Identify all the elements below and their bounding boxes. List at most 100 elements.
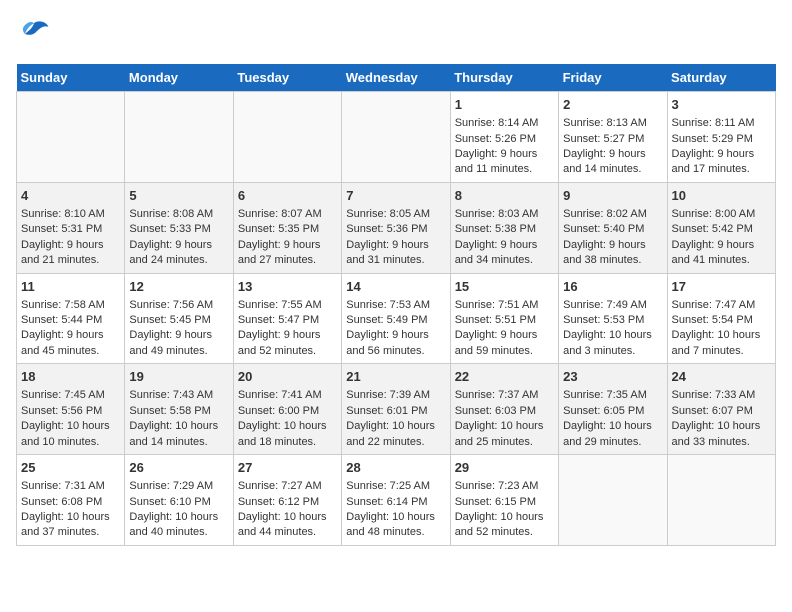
day-content: Daylight: 10 hours and 18 minutes. xyxy=(238,419,337,450)
column-header-friday: Friday xyxy=(559,64,667,92)
day-content: Sunset: 6:01 PM xyxy=(346,404,445,419)
column-header-monday: Monday xyxy=(125,64,233,92)
calendar-cell: 12Sunrise: 7:56 AMSunset: 5:45 PMDayligh… xyxy=(125,273,233,364)
day-content: Sunrise: 8:14 AM xyxy=(455,116,554,131)
day-content: Sunset: 6:05 PM xyxy=(563,404,662,419)
calendar-cell xyxy=(17,92,125,183)
day-content: Daylight: 9 hours and 38 minutes. xyxy=(563,238,662,269)
calendar-cell: 17 Sunrise: 7:47 AMSunset: 5:54 PMDayligh… xyxy=(667,273,775,364)
calendar-cell: 26Sunrise: 7:29 AMSunset: 6:10 PMDayligh… xyxy=(125,455,233,546)
page-header xyxy=(16,16,776,52)
day-content: Sunset: 5:33 PM xyxy=(129,222,228,237)
day-content: Sunrise: 8:13 AM xyxy=(563,116,662,131)
day-content: Sunrise: 7:55 AM xyxy=(238,298,337,313)
day-content: Sunset: 5:54 PM xyxy=(672,313,771,328)
day-number: 16 xyxy=(563,278,662,296)
day-content: Sunset: 5:56 PM xyxy=(21,404,120,419)
day-content: Daylight: 9 hours and 41 minutes. xyxy=(672,238,771,269)
day-content: Sunset: 6:03 PM xyxy=(455,404,554,419)
day-content: Daylight: 10 hours and 44 minutes. xyxy=(238,510,337,541)
column-header-wednesday: Wednesday xyxy=(342,64,450,92)
day-content: Sunrise: 8:03 AM xyxy=(455,207,554,222)
day-content: Sunset: 5:40 PM xyxy=(563,222,662,237)
day-number: 4 xyxy=(21,187,120,205)
day-content: Sunset: 5:53 PM xyxy=(563,313,662,328)
day-content: Sunset: 5:45 PM xyxy=(129,313,228,328)
day-content: Sunset: 5:51 PM xyxy=(455,313,554,328)
day-content: Sunset: 5:42 PM xyxy=(672,222,771,237)
day-content: Sunset: 5:44 PM xyxy=(21,313,120,328)
calendar-header-row: SundayMondayTuesdayWednesdayThursdayFrid… xyxy=(17,64,776,92)
day-number: 29 xyxy=(455,459,554,477)
day-content: Sunrise: 7:47 AM xyxy=(672,298,771,313)
calendar-cell: 18Sunrise: 7:45 AMSunset: 5:56 PMDayligh… xyxy=(17,364,125,455)
day-content: Sunrise: 7:41 AM xyxy=(238,388,337,403)
day-content: Sunrise: 8:05 AM xyxy=(346,207,445,222)
day-content: Sunrise: 7:35 AM xyxy=(563,388,662,403)
day-content: Sunset: 5:47 PM xyxy=(238,313,337,328)
column-header-thursday: Thursday xyxy=(450,64,558,92)
day-content: Sunrise: 8:07 AM xyxy=(238,207,337,222)
calendar-cell xyxy=(559,455,667,546)
day-content: Daylight: 9 hours and 49 minutes. xyxy=(129,328,228,359)
day-content: Daylight: 10 hours and 48 minutes. xyxy=(346,510,445,541)
day-number: 26 xyxy=(129,459,228,477)
day-content: Sunset: 6:08 PM xyxy=(21,495,120,510)
day-content: Daylight: 9 hours and 34 minutes. xyxy=(455,238,554,269)
day-number: 8 xyxy=(455,187,554,205)
calendar-cell: 16Sunrise: 7:49 AMSunset: 5:53 PMDayligh… xyxy=(559,273,667,364)
calendar-cell: 21 Sunrise: 7:39 AMSunset: 6:01 PMDayligh… xyxy=(342,364,450,455)
day-content: Sunset: 5:27 PM xyxy=(563,132,662,147)
day-number: 13 xyxy=(238,278,337,296)
day-content: Daylight: 9 hours and 59 minutes. xyxy=(455,328,554,359)
calendar-cell: 10Sunrise: 8:00 AMSunset: 5:42 PMDayligh… xyxy=(667,182,775,273)
day-content: Sunset: 6:10 PM xyxy=(129,495,228,510)
day-content: Sunrise: 7:49 AM xyxy=(563,298,662,313)
calendar-cell xyxy=(342,92,450,183)
calendar-cell: 28Sunrise: 7:25 AMSunset: 6:14 PMDayligh… xyxy=(342,455,450,546)
calendar-cell xyxy=(233,92,341,183)
day-content: Daylight: 9 hours and 45 minutes. xyxy=(21,328,120,359)
day-content: Sunset: 6:12 PM xyxy=(238,495,337,510)
day-content: Daylight: 10 hours and 22 minutes. xyxy=(346,419,445,450)
day-content: Sunset: 5:31 PM xyxy=(21,222,120,237)
logo-bird-icon xyxy=(16,16,52,52)
day-content: Daylight: 10 hours and 29 minutes. xyxy=(563,419,662,450)
calendar-cell: 22Sunrise: 7:37 AMSunset: 6:03 PMDayligh… xyxy=(450,364,558,455)
calendar-cell: 2Sunrise: 8:13 AMSunset: 5:27 PMDaylight… xyxy=(559,92,667,183)
day-number: 17 xyxy=(672,278,771,296)
day-content: Daylight: 9 hours and 56 minutes. xyxy=(346,328,445,359)
day-content: Sunrise: 7:43 AM xyxy=(129,388,228,403)
calendar-week-row: 25Sunrise: 7:31 AMSunset: 6:08 PMDayligh… xyxy=(17,455,776,546)
calendar-cell: 23Sunrise: 7:35 AMSunset: 6:05 PMDayligh… xyxy=(559,364,667,455)
calendar-cell: 11 Sunrise: 7:58 AMSunset: 5:44 PMDayligh… xyxy=(17,273,125,364)
day-content: Daylight: 10 hours and 7 minutes. xyxy=(672,328,771,359)
day-content: Sunset: 5:29 PM xyxy=(672,132,771,147)
day-number: 21 xyxy=(346,368,445,386)
calendar-cell xyxy=(667,455,775,546)
day-content: Sunrise: 7:39 AM xyxy=(346,388,445,403)
day-number: 11 xyxy=(21,278,120,296)
day-content: Sunrise: 7:23 AM xyxy=(455,479,554,494)
calendar-cell: 6Sunrise: 8:07 AMSunset: 5:35 PMDaylight… xyxy=(233,182,341,273)
day-content: Sunset: 5:26 PM xyxy=(455,132,554,147)
day-number: 28 xyxy=(346,459,445,477)
day-number: 24 xyxy=(672,368,771,386)
day-number: 6 xyxy=(238,187,337,205)
day-content: Sunset: 5:49 PM xyxy=(346,313,445,328)
day-content: Sunset: 5:35 PM xyxy=(238,222,337,237)
calendar-cell: 29Sunrise: 7:23 AMSunset: 6:15 PMDayligh… xyxy=(450,455,558,546)
day-content: Sunrise: 7:29 AM xyxy=(129,479,228,494)
calendar-week-row: 1Sunrise: 8:14 AMSunset: 5:26 PMDaylight… xyxy=(17,92,776,183)
day-number: 25 xyxy=(21,459,120,477)
calendar-cell: 19Sunrise: 7:43 AMSunset: 5:58 PMDayligh… xyxy=(125,364,233,455)
day-content: Sunrise: 8:10 AM xyxy=(21,207,120,222)
day-content: Sunset: 5:36 PM xyxy=(346,222,445,237)
day-number: 7 xyxy=(346,187,445,205)
calendar-cell: 4Sunrise: 8:10 AMSunset: 5:31 PMDaylight… xyxy=(17,182,125,273)
day-content: Sunrise: 7:58 AM xyxy=(21,298,120,313)
calendar-cell: 1Sunrise: 8:14 AMSunset: 5:26 PMDaylight… xyxy=(450,92,558,183)
calendar-cell: 3Sunrise: 8:11 AMSunset: 5:29 PMDaylight… xyxy=(667,92,775,183)
day-content: Sunrise: 7:25 AM xyxy=(346,479,445,494)
column-header-sunday: Sunday xyxy=(17,64,125,92)
